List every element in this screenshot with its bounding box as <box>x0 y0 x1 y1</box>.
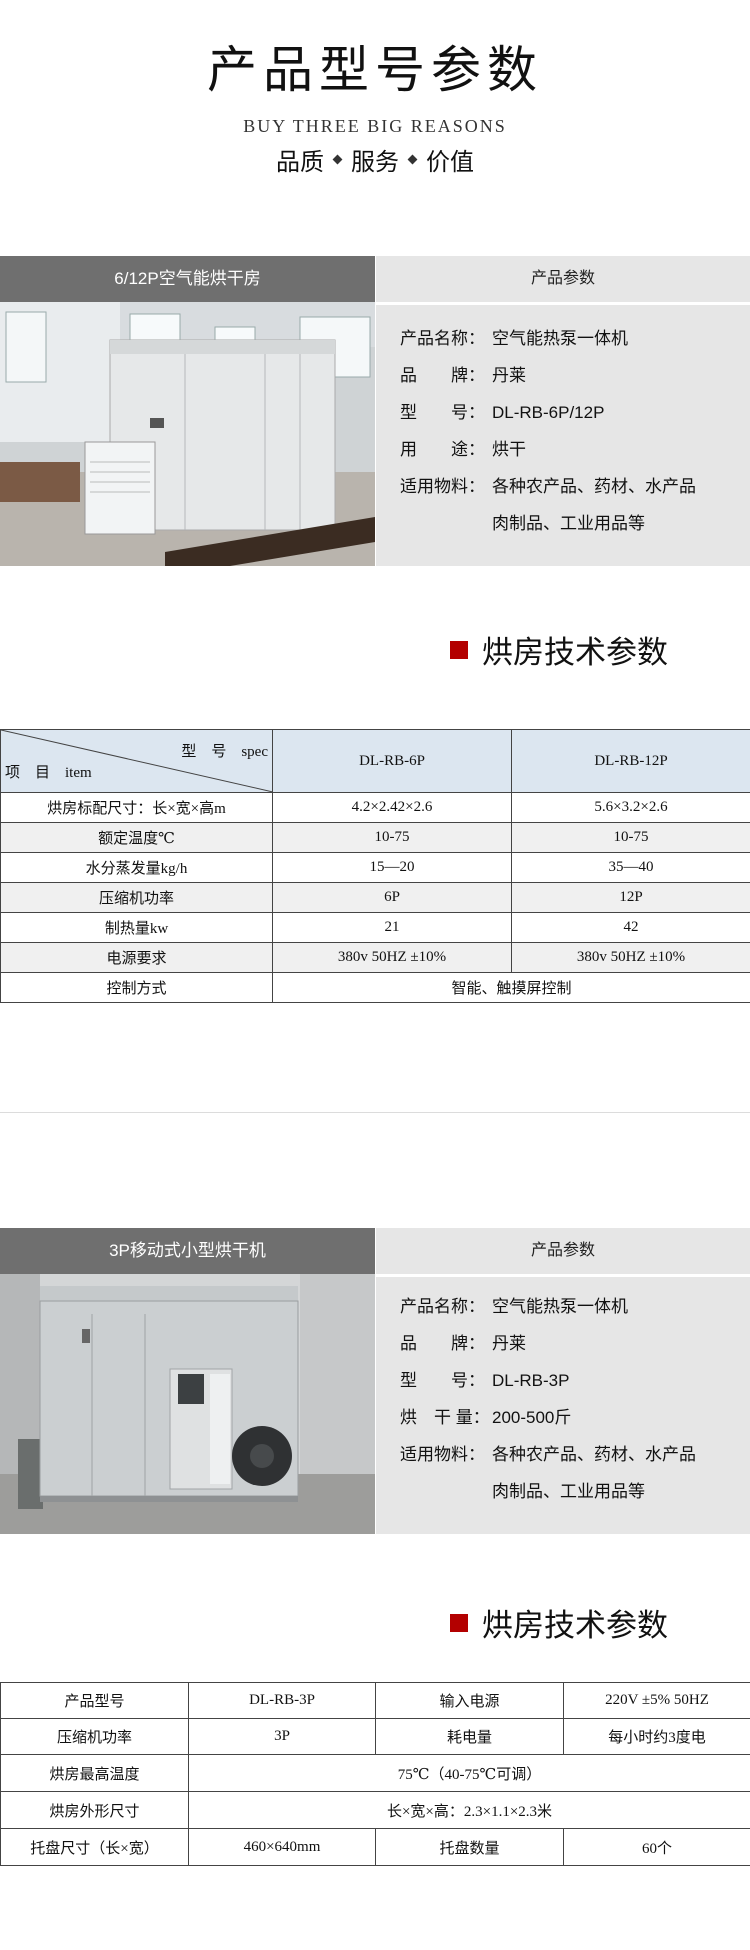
table-cell: 制热量kw <box>0 912 273 943</box>
product-photo <box>0 1274 375 1534</box>
section-divider <box>0 1112 750 1113</box>
square-icon <box>450 640 468 659</box>
table-cell: 烘房外形尺寸 <box>0 1791 189 1829</box>
table-row: 产品型号 DL-RB-3P 输入电源 220V ±5% 50HZ <box>0 1682 750 1719</box>
product-block-1: 6/12P空气能烘干房 产品参数 产品名称： 空气能热泵一体机 品 牌： 丹莱 … <box>0 256 750 566</box>
param-row: 肉制品、工业用品等 <box>492 1482 645 1501</box>
table-cell: 3P <box>188 1718 376 1755</box>
table-cell: 5.6×3.2×2.6 <box>511 792 750 823</box>
table-corner-cell: 型 号 spec 项 目 item <box>0 729 273 793</box>
params-heading: 产品参数 <box>376 256 750 302</box>
page-subtitle: BUY THREE BIG REASONS <box>243 116 507 136</box>
table-header-cell: DL-RB-6P <box>272 729 512 793</box>
table-cell: 长×宽×高：2.3×1.1×2.3米 <box>188 1791 750 1829</box>
table-cell: 380v 50HZ ±10% <box>511 942 750 973</box>
tagline: 品质 服务 价值 <box>0 142 750 177</box>
param-row: 品 牌： 丹莱 <box>400 1334 526 1353</box>
table-cell: 产品型号 <box>0 1682 189 1719</box>
tag-quality: 品质 <box>276 149 324 176</box>
table-cell: 烘房标配尺寸：长×宽×高m <box>0 792 273 823</box>
table-row: 制热量kw 21 42 <box>0 912 750 943</box>
params-panel: 产品名称： 空气能热泵一体机 品 牌： 丹莱 型 号： DL-RB-6P/12P 用 … <box>376 305 750 566</box>
params-heading: 产品参数 <box>376 1228 750 1274</box>
param-row: 肉制品、工业用品等 <box>492 514 645 533</box>
table-cell: 控制方式 <box>0 972 273 1003</box>
table-cell: DL-RB-3P <box>188 1682 376 1719</box>
table-cell: 42 <box>511 912 750 943</box>
tag-service: 服务 <box>351 149 399 176</box>
corner-spec-label: 型 号 spec <box>181 744 268 760</box>
table-cell: 水分蒸发量kg/h <box>0 852 273 883</box>
table-row: 额定温度℃ 10-75 10-75 <box>0 822 750 853</box>
product-name: 3P移动式小型烘干机 <box>0 1228 375 1274</box>
product-block-2: 3P移动式小型烘干机 产品参数 产品名称： 空气能热泵一体机 品 牌： 丹莱 型 号… <box>0 1228 750 1538</box>
table-cell: 460×640mm <box>188 1828 376 1866</box>
table-cell: 烘房最高温度 <box>0 1754 189 1792</box>
table-row: 烘房外形尺寸 长×宽×高：2.3×1.1×2.3米 <box>0 1791 750 1829</box>
table-cell: 60个 <box>563 1828 750 1866</box>
table-cell: 托盘数量 <box>375 1828 564 1866</box>
table-row: 压缩机功率 3P 耗电量 每小时约3度电 <box>0 1718 750 1755</box>
section-heading: 烘房技术参数 <box>450 1600 668 1645</box>
square-icon <box>450 1613 468 1632</box>
table-cell: 压缩机功率 <box>0 882 273 913</box>
param-row: 烘 干 量： 200-500斤 <box>400 1408 572 1427</box>
table-row: 托盘尺寸（长×宽） 460×640mm 托盘数量 60个 <box>0 1828 750 1866</box>
params-panel: 产品名称： 空气能热泵一体机 品 牌： 丹莱 型 号： DL-RB-3P 烘 干 量：… <box>376 1277 750 1534</box>
table-cell: 每小时约3度电 <box>563 1718 750 1755</box>
table-cell: 托盘尺寸（长×宽） <box>0 1828 189 1866</box>
table-header-row: 型 号 spec 项 目 item DL-RB-6P DL-RB-12P <box>0 729 750 793</box>
table-header-cell: DL-RB-12P <box>511 729 750 793</box>
spec-table: 型 号 spec 项 目 item DL-RB-6P DL-RB-12P 烘房标… <box>0 729 750 1003</box>
tag-value: 价值 <box>426 149 474 176</box>
table-cell: 输入电源 <box>375 1682 564 1719</box>
table-cell: 10-75 <box>511 822 750 853</box>
table-row: 烘房最高温度 75℃（40-75℃可调） <box>0 1754 750 1792</box>
param-row: 型 号： DL-RB-6P/12P <box>400 403 605 422</box>
table-cell: 额定温度℃ <box>0 822 273 853</box>
table-row: 烘房标配尺寸：长×宽×高m 4.2×2.42×2.6 5.6×3.2×2.6 <box>0 792 750 823</box>
page-header: 产品型号参数 BUY THREE BIG REASONS 品质 服务 价值 <box>0 0 750 200</box>
corner-item-label: 项 目 item <box>5 765 92 781</box>
section-heading: 烘房技术参数 <box>450 627 668 672</box>
table-cell: 15—20 <box>272 852 512 883</box>
param-row: 型 号： DL-RB-3P <box>400 1371 570 1390</box>
table-cell: 10-75 <box>272 822 512 853</box>
table-cell: 21 <box>272 912 512 943</box>
table-cell: 6P <box>272 882 512 913</box>
param-row: 适用物料： 各种农产品、药材、水产品 <box>400 477 696 496</box>
table-row: 电源要求 380v 50HZ ±10% 380v 50HZ ±10% <box>0 942 750 973</box>
diamond-icon <box>407 154 418 165</box>
param-row: 品 牌： 丹莱 <box>400 366 526 385</box>
page-title: 产品型号参数 <box>207 42 543 98</box>
table-cell: 压缩机功率 <box>0 1718 189 1755</box>
param-row: 产品名称： 空气能热泵一体机 <box>400 329 628 348</box>
table-cell: 12P <box>511 882 750 913</box>
table-row: 压缩机功率 6P 12P <box>0 882 750 913</box>
table-cell: 220V ±5% 50HZ <box>563 1682 750 1719</box>
product-name: 6/12P空气能烘干房 <box>0 256 375 302</box>
table-cell: 4.2×2.42×2.6 <box>272 792 512 823</box>
table-cell: 35—40 <box>511 852 750 883</box>
spec-table-2: 产品型号 DL-RB-3P 输入电源 220V ±5% 50HZ 压缩机功率 3… <box>0 1682 750 1866</box>
table-cell: 380v 50HZ ±10% <box>272 942 512 973</box>
table-cell: 电源要求 <box>0 942 273 973</box>
table-cell: 耗电量 <box>375 1718 564 1755</box>
table-row: 水分蒸发量kg/h 15—20 35—40 <box>0 852 750 883</box>
table-cell: 75℃（40-75℃可调） <box>188 1754 750 1792</box>
table-cell: 智能、触摸屏控制 <box>272 972 750 1003</box>
table-row: 控制方式 智能、触摸屏控制 <box>0 972 750 1003</box>
param-row: 用 途： 烘干 <box>400 440 526 459</box>
diamond-icon <box>332 154 343 165</box>
param-row: 产品名称： 空气能热泵一体机 <box>400 1297 628 1316</box>
product-photo <box>0 302 375 566</box>
param-row: 适用物料： 各种农产品、药材、水产品 <box>400 1445 696 1464</box>
